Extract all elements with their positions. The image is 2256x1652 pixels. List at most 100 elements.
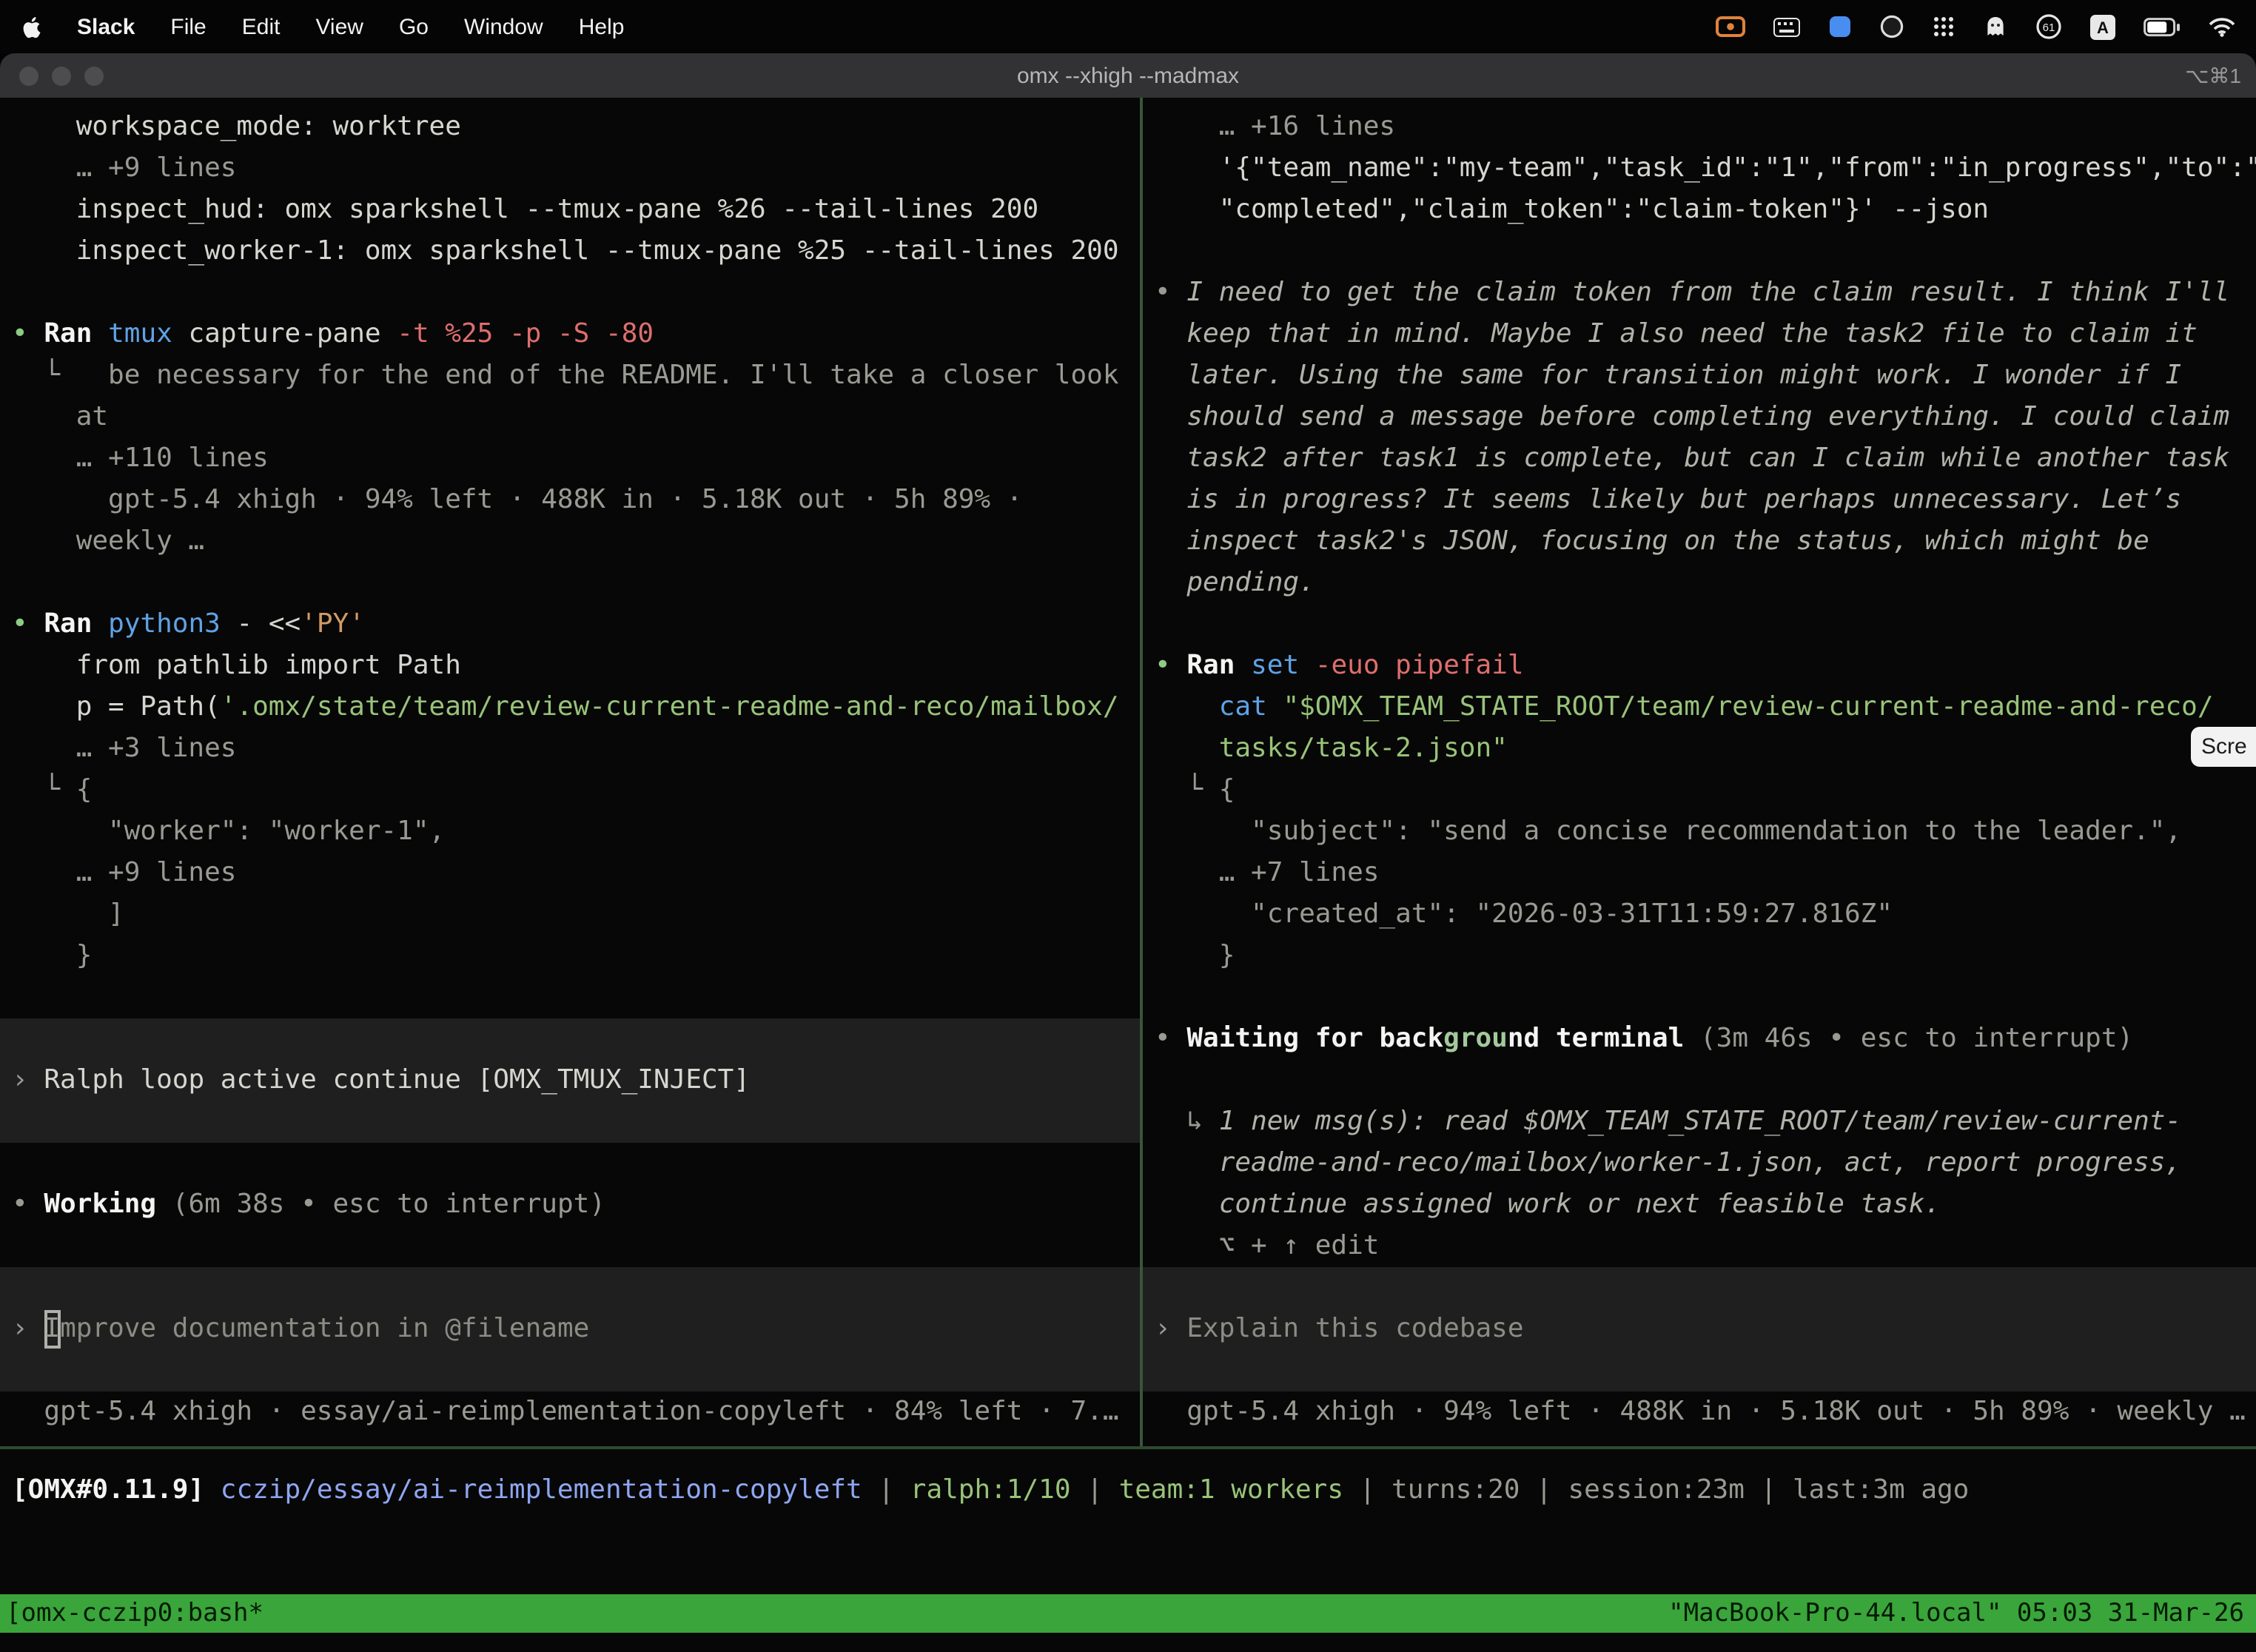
text-segment: Ran — [44, 318, 108, 349]
text-segment: workspace_mode: worktree — [12, 111, 461, 142]
terminal-line — [12, 272, 1140, 314]
terminal-line: should send a message before completing … — [1155, 397, 2256, 438]
menu-bar: Slack File Edit View Go Window Help — [0, 0, 2256, 53]
text-segment: (6m 38s • esc to interrupt) — [156, 1189, 605, 1220]
text-cursor: I — [44, 1310, 60, 1349]
terminal-line: • Ran python3 - <<'PY' — [12, 604, 1140, 645]
input-source-icon[interactable]: A — [2090, 14, 2115, 39]
terminal-line: └ be necessary for the end of the README… — [12, 355, 1140, 397]
screen-recording-icon[interactable] — [1716, 16, 1745, 37]
terminal-line: … +9 lines — [12, 148, 1140, 189]
keyboard-icon[interactable] — [1773, 17, 1800, 36]
composer-row[interactable] — [0, 1267, 1140, 1309]
screenshot-popup[interactable]: Scre — [2191, 727, 2256, 767]
composer-row[interactable] — [0, 1101, 1140, 1143]
wifi-icon[interactable] — [2209, 17, 2235, 36]
terminal-line: ↳ 1 new msg(s): read $OMX_TEAM_STATE_ROO… — [1155, 1101, 2256, 1143]
text-segment: └ { — [12, 774, 92, 805]
text-segment: … +9 lines — [12, 857, 236, 888]
zoom-button[interactable] — [84, 66, 104, 85]
text-segment: gpt-5.4 xhigh · 94% left · 488K in · 5.1… — [12, 484, 1022, 515]
text-segment: (3m 46s • esc to interrupt) — [1684, 1023, 2133, 1054]
text-segment: › — [12, 1313, 44, 1344]
terminal-line: keep that in mind. Maybe I also need the… — [1155, 314, 2256, 355]
menu-item-window[interactable]: Window — [464, 14, 543, 39]
text-segment — [1267, 691, 1283, 722]
tmux-pane-right[interactable]: … +16 lines '{"team_name":"my-team","tas… — [1143, 98, 2256, 1446]
window-title-bar[interactable]: omx --xhigh --madmax ⌥⌘1 — [0, 53, 2256, 98]
apple-menu-icon[interactable] — [21, 14, 41, 39]
ghost-icon[interactable] — [1984, 15, 2007, 38]
menu-status-icons: 61 A — [1716, 13, 2235, 40]
battery-icon[interactable] — [2143, 17, 2181, 36]
terminal-line: … +3 lines — [12, 728, 1140, 770]
text-segment: ⌥ + ↑ edit — [1155, 1230, 1379, 1261]
terminal-line: workspace_mode: worktree — [12, 107, 1140, 148]
circle-app-icon[interactable] — [1880, 15, 1904, 38]
composer-row[interactable]: › Improve documentation in @filename — [0, 1309, 1140, 1350]
terminal-line — [1155, 604, 2256, 645]
terminal-line: … +16 lines — [1155, 107, 2256, 148]
composer-row[interactable] — [0, 1350, 1140, 1391]
terminal-line: continue assigned work or next feasible … — [1155, 1184, 2256, 1226]
text-segment: • — [12, 608, 44, 639]
text-segment: should send a message before completing … — [1155, 401, 2229, 432]
composer-row[interactable] — [1143, 1267, 2256, 1309]
text-segment: Waiting for back — [1186, 1023, 1443, 1054]
terminal-line — [1155, 231, 2256, 272]
menu-app-name[interactable]: Slack — [77, 14, 135, 39]
menu-item-edit[interactable]: Edit — [242, 14, 281, 39]
text-segment: -t %25 -p -S -80 — [381, 318, 654, 349]
text-segment: Explain this codebase — [1186, 1313, 1523, 1344]
text-segment: mprove documentation in @filename — [60, 1313, 589, 1344]
tmux-pane-left[interactable]: workspace_mode: worktree … +9 lines insp… — [0, 98, 1140, 1446]
text-segment: gpt-5.4 xhigh · essay/ai-reimplementatio… — [12, 1396, 1119, 1427]
text-segment: continue assigned work or next feasible … — [1155, 1189, 1941, 1220]
text-segment — [1155, 691, 1219, 722]
terminal-line — [12, 1143, 1140, 1184]
menu-item-file[interactable]: File — [170, 14, 206, 39]
text-segment: '.omx/state/team/review-current-readme-a… — [221, 691, 1119, 722]
text-segment: └ { — [1155, 774, 1235, 805]
pane-bottom-border — [0, 1446, 2256, 1449]
text-segment: • — [12, 318, 44, 349]
menu-bar-left: Slack File Edit View Go Window Help — [21, 14, 624, 39]
app-grid-icon[interactable] — [1932, 15, 1955, 38]
text-segment: capture-pane — [172, 318, 381, 349]
composer-row[interactable]: › Ralph loop active continue [OMX_TMUX_I… — [0, 1060, 1140, 1101]
terminal-line — [1155, 1060, 2256, 1101]
composer-row[interactable] — [1143, 1350, 2256, 1391]
text-segment: tasks/task-2.json" — [1155, 733, 1508, 764]
menu-item-view[interactable]: View — [315, 14, 363, 39]
terminal-line: "completed","claim_token":"claim-token"}… — [1155, 189, 2256, 231]
text-segment: "completed","claim_token":"claim-token"}… — [1155, 194, 1989, 225]
tmux-status-bar: [omx-cczip0:bash* "MacBook-Pro-44.local"… — [0, 1594, 2256, 1633]
terminal-line: tasks/task-2.json" — [1155, 728, 2256, 770]
terminal-line: weekly … — [12, 521, 1140, 563]
terminal-area: workspace_mode: worktree … +9 lines insp… — [0, 98, 2256, 1652]
terminal-line: task2 after task1 is complete, but can I… — [1155, 438, 2256, 480]
composer-row[interactable]: › Explain this codebase — [1143, 1309, 2256, 1350]
screenshot-popup-label: Scre — [2201, 734, 2247, 759]
menu-item-go[interactable]: Go — [399, 14, 429, 39]
text-segment: … +7 lines — [1155, 857, 1379, 888]
minimize-button[interactable] — [52, 66, 71, 85]
text-segment: session:23m — [1568, 1474, 1744, 1505]
close-button[interactable] — [19, 66, 38, 85]
menu-item-help[interactable]: Help — [579, 14, 625, 39]
text-segment: … +16 lines — [1155, 111, 1395, 142]
text-segment: › — [12, 1064, 44, 1095]
omx-status-line: [OMX#0.11.9] cczip/essay/ai-reimplementa… — [12, 1470, 1969, 1511]
text-segment: readme-and-reco/mailbox/worker-1.json, a… — [1155, 1147, 2181, 1178]
terminal-line: at — [12, 397, 1140, 438]
text-segment: "worker": "worker-1", — [12, 816, 445, 847]
text-segment: python3 — [108, 608, 221, 639]
gauge-icon[interactable]: 61 — [2035, 13, 2062, 40]
terminal-line: is in progress? It seems likely but perh… — [1155, 480, 2256, 521]
text-segment: ralph:1/10 — [910, 1474, 1071, 1505]
text-segment: grou — [1443, 1023, 1508, 1054]
raycast-icon[interactable] — [1828, 15, 1852, 38]
composer-row[interactable] — [0, 1018, 1140, 1060]
text-segment: task2 after task1 is complete, but can I… — [1155, 443, 2229, 474]
text-segment: › — [1155, 1313, 1186, 1344]
